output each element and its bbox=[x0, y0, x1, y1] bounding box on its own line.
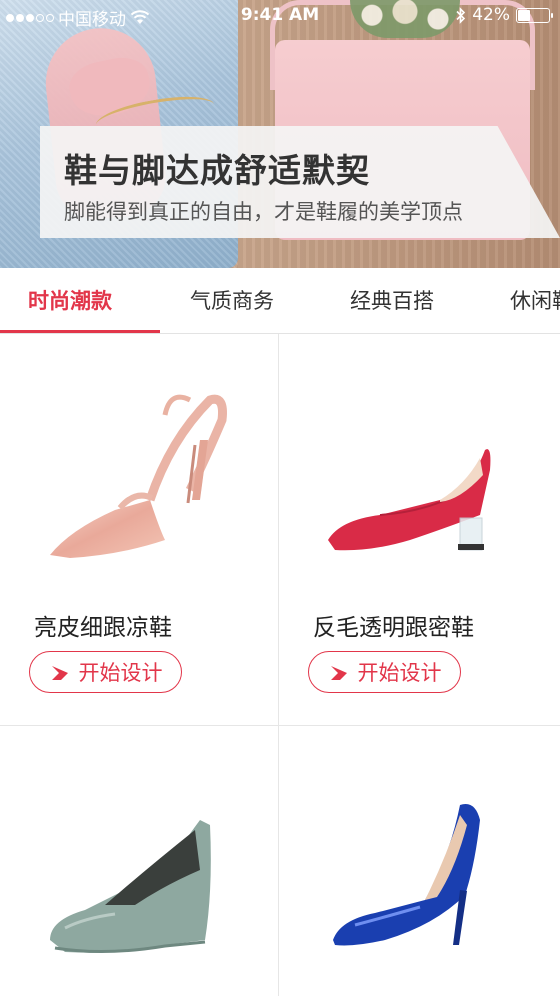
battery-icon bbox=[516, 7, 553, 23]
start-design-label: 开始设计 bbox=[78, 661, 163, 685]
design-arrow-icon bbox=[330, 666, 347, 680]
tab-fashion[interactable]: 时尚潮款 bbox=[28, 268, 112, 334]
product-name: 亮皮细跟凉鞋 bbox=[34, 615, 172, 641]
start-design-label: 开始设计 bbox=[357, 661, 442, 685]
active-tab-indicator bbox=[0, 330, 160, 333]
battery-percent: 42% bbox=[472, 5, 510, 25]
status-right: 42% bbox=[456, 5, 553, 25]
design-arrow-icon bbox=[51, 666, 68, 680]
grid-divider-horizontal bbox=[0, 725, 560, 726]
battery-level-fill bbox=[518, 9, 531, 21]
grid-divider-vertical bbox=[278, 334, 279, 996]
tab-classic[interactable]: 经典百搭 bbox=[350, 268, 434, 334]
start-design-button[interactable]: 开始设计 bbox=[29, 651, 182, 693]
product-image-red-pump[interactable] bbox=[320, 440, 500, 560]
category-tabs: 时尚潮款 气质商务 经典百搭 休闲鞋 bbox=[0, 268, 560, 334]
product-name: 反毛透明跟密鞋 bbox=[313, 615, 474, 641]
bluetooth-icon bbox=[456, 6, 466, 24]
product-image-blue-stiletto[interactable] bbox=[325, 795, 500, 955]
tab-casual[interactable]: 休闲鞋 bbox=[510, 268, 560, 334]
tab-business[interactable]: 气质商务 bbox=[190, 268, 274, 334]
product-image-green-wedge[interactable] bbox=[45, 810, 225, 960]
start-design-button[interactable]: 开始设计 bbox=[308, 651, 461, 693]
hero-banner[interactable]: 鞋与脚达成舒适默契 脚能得到真正的自由，才是鞋履的美学顶点 bbox=[0, 0, 560, 268]
product-image-sandal[interactable] bbox=[40, 380, 240, 570]
banner-subtitle: 脚能得到真正的自由，才是鞋履的美学顶点 bbox=[64, 200, 463, 224]
banner-title: 鞋与脚达成舒适默契 bbox=[64, 151, 370, 190]
status-bar: 中国移动 9:41 AM 42% bbox=[0, 0, 560, 30]
